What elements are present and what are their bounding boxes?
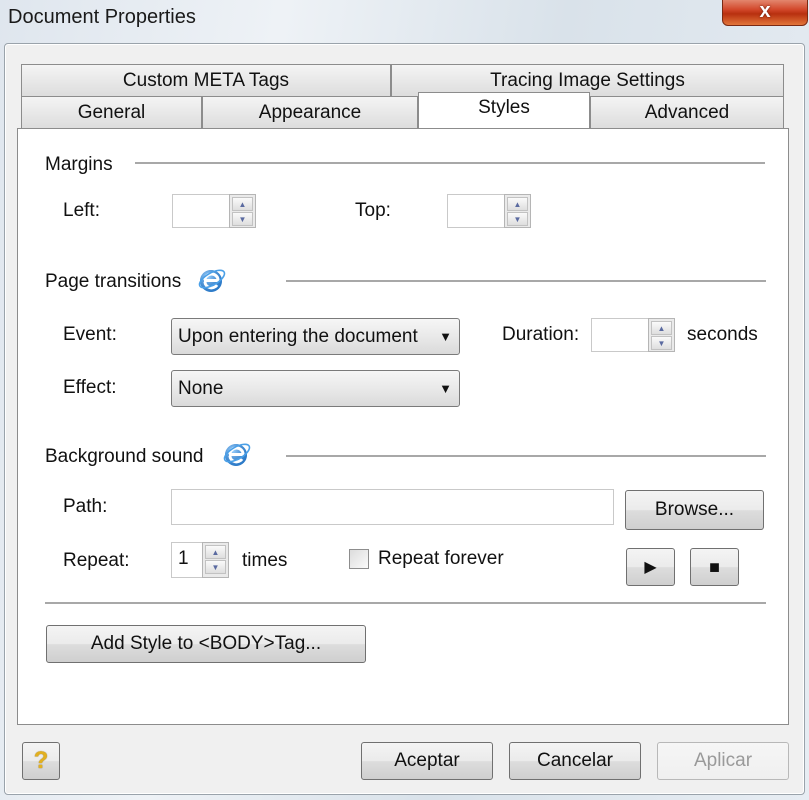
event-select-value: Upon entering the document — [178, 326, 418, 347]
tab-custom-meta-tags[interactable]: Custom META Tags — [21, 64, 391, 97]
repeat-count-spinner: ▲ ▼ — [202, 542, 229, 578]
background-sound-divider — [286, 455, 766, 457]
spin-down-button[interactable]: ▼ — [232, 212, 253, 226]
tab-label: Advanced — [644, 102, 730, 123]
cancel-button[interactable]: Cancelar — [509, 742, 641, 780]
top-margin-spinner: ▲ ▼ — [504, 194, 531, 228]
play-icon: ▶ — [644, 559, 657, 576]
repeat-forever-checkbox[interactable] — [349, 549, 369, 569]
page-transitions-section-label: Page transitions — [45, 271, 182, 292]
sound-path-input[interactable] — [171, 489, 614, 525]
apply-button-label: Aplicar — [693, 750, 753, 771]
close-button[interactable]: x — [722, 0, 808, 26]
chevron-up-icon: ▲ — [211, 547, 220, 557]
chevron-down-icon: ▼ — [439, 329, 452, 344]
chevron-down-icon: ▼ — [439, 381, 452, 396]
effect-select[interactable]: None ▼ — [171, 370, 460, 407]
chevron-down-icon: ▼ — [657, 338, 666, 348]
tab-label: Tracing Image Settings — [490, 70, 685, 91]
left-margin-input[interactable] — [172, 194, 230, 228]
help-icon: ? — [33, 747, 49, 774]
chevron-up-icon: ▲ — [238, 199, 247, 209]
tab-general[interactable]: General — [21, 96, 202, 129]
tab-appearance[interactable]: Appearance — [202, 96, 418, 129]
chevron-up-icon: ▲ — [657, 323, 666, 333]
duration-spinner: ▲ ▼ — [648, 318, 675, 352]
spin-up-button[interactable]: ▲ — [651, 321, 672, 335]
tab-label: Styles — [478, 96, 530, 118]
add-style-button-label: Add Style to <BODY>Tag... — [90, 633, 322, 654]
repeat-unit-label: times — [242, 550, 288, 571]
tab-advanced[interactable]: Advanced — [590, 96, 784, 129]
tab-label: Custom META Tags — [122, 70, 290, 91]
tab-label: Appearance — [258, 102, 362, 123]
duration-label: Duration: — [502, 324, 580, 345]
chevron-up-icon: ▲ — [513, 199, 522, 209]
apply-button[interactable]: Aplicar — [657, 742, 789, 780]
styles-panel: Margins Left: ▲ ▼ Top: ▲ ▼ Page transiti… — [17, 128, 789, 725]
chevron-down-icon: ▼ — [238, 214, 247, 224]
stop-sound-button[interactable]: ■ — [690, 548, 739, 586]
path-label: Path: — [63, 496, 108, 517]
spin-down-button[interactable]: ▼ — [205, 560, 226, 574]
close-icon: x — [759, 0, 771, 22]
chevron-down-icon: ▼ — [513, 214, 522, 224]
internet-explorer-icon — [196, 264, 228, 296]
add-style-to-body-button[interactable]: Add Style to <BODY>Tag... — [46, 625, 366, 663]
spin-up-button[interactable]: ▲ — [507, 197, 528, 211]
repeat-label: Repeat: — [63, 550, 130, 571]
left-margin-spinner: ▲ ▼ — [229, 194, 256, 228]
browse-button-label: Browse... — [654, 499, 735, 520]
effect-select-value: None — [178, 378, 224, 399]
spin-down-button[interactable]: ▼ — [507, 212, 528, 226]
accept-button-label: Aceptar — [394, 750, 460, 771]
event-select[interactable]: Upon entering the document ▼ — [171, 318, 460, 355]
event-label: Event: — [63, 324, 117, 345]
duration-input[interactable] — [591, 318, 649, 352]
spin-down-button[interactable]: ▼ — [651, 336, 672, 350]
spin-up-button[interactable]: ▲ — [232, 197, 253, 211]
stop-icon: ■ — [709, 556, 720, 577]
chevron-down-icon: ▼ — [211, 562, 220, 572]
window-title: Document Properties — [8, 6, 196, 28]
background-sound-section-label: Background sound — [45, 446, 204, 467]
tab-label: General — [77, 102, 146, 123]
left-margin-label: Left: — [63, 200, 100, 221]
section-divider — [45, 602, 766, 604]
cancel-button-label: Cancelar — [536, 750, 614, 771]
margins-divider — [135, 162, 765, 164]
repeat-forever-label: Repeat forever — [378, 548, 504, 569]
play-sound-button[interactable]: ▶ — [626, 548, 675, 586]
internet-explorer-icon — [221, 438, 253, 470]
tab-styles[interactable]: Styles — [418, 92, 590, 128]
title-bar: Document Properties x — [0, 0, 809, 40]
top-margin-input[interactable] — [447, 194, 505, 228]
page-transitions-divider — [286, 280, 766, 282]
browse-button[interactable]: Browse... — [625, 490, 764, 530]
help-button[interactable]: ? — [22, 742, 60, 780]
spin-up-button[interactable]: ▲ — [205, 545, 226, 559]
effect-label: Effect: — [63, 377, 117, 398]
repeat-count-input[interactable]: 1 — [171, 542, 203, 578]
margins-section-label: Margins — [45, 154, 113, 175]
duration-unit-label: seconds — [687, 324, 758, 345]
accept-button[interactable]: Aceptar — [361, 742, 493, 780]
top-margin-label: Top: — [355, 200, 391, 221]
